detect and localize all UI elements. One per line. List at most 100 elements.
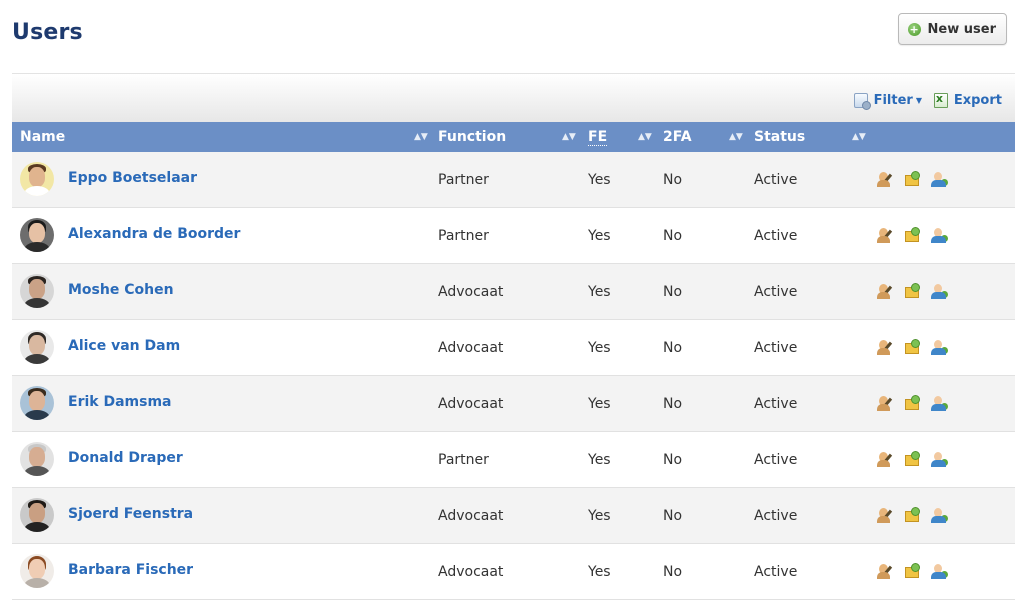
status-cell: Active [754, 564, 798, 580]
avatar [20, 330, 54, 364]
edit-user-icon[interactable] [876, 450, 894, 468]
sort-arrows-icon: ▲▼ [852, 132, 866, 142]
2fa-cell: No [663, 340, 683, 356]
new-user-label: New user [927, 21, 996, 37]
column-header-2fa[interactable]: 2FA ▲▼ [663, 122, 743, 152]
package-icon[interactable] [903, 450, 921, 468]
sort-arrows-icon: ▲▼ [414, 132, 428, 142]
package-icon[interactable] [903, 506, 921, 524]
caret-down-icon: ▼ [915, 96, 922, 105]
row-actions [876, 226, 948, 244]
new-user-button[interactable]: + New user [897, 13, 1007, 45]
table-header: Name ▲▼ Function ▲▼ FE ▲▼ 2FA ▲▼ Status … [12, 122, 1015, 152]
user-switch-icon[interactable] [930, 282, 948, 300]
user-name-link[interactable]: Barbara Fischer [68, 562, 193, 578]
column-fe-label: FE [588, 129, 608, 146]
package-icon[interactable] [903, 394, 921, 412]
function-cell: Advocaat [438, 396, 504, 412]
avatar [20, 274, 54, 308]
avatar [20, 162, 54, 196]
avatar [20, 218, 54, 252]
package-icon[interactable] [903, 170, 921, 188]
edit-user-icon[interactable] [876, 338, 894, 356]
row-actions [876, 450, 948, 468]
users-table-body: Eppo Boetselaar Partner Yes No Active Al… [12, 152, 1015, 600]
column-header-fe[interactable]: FE ▲▼ [588, 122, 652, 152]
user-name-link[interactable]: Alexandra de Boorder [68, 226, 240, 242]
package-icon[interactable] [903, 562, 921, 580]
2fa-cell: No [663, 564, 683, 580]
edit-user-icon[interactable] [876, 170, 894, 188]
table-row: Alice van Dam Advocaat Yes No Active [12, 320, 1015, 376]
column-function-label: Function [438, 129, 507, 145]
export-label: Export [953, 93, 1002, 108]
excel-icon [933, 92, 948, 108]
table-toolbar: Filter ▼ Export [12, 73, 1015, 122]
2fa-cell: No [663, 284, 683, 300]
package-icon[interactable] [903, 338, 921, 356]
2fa-cell: No [663, 228, 683, 244]
status-cell: Active [754, 452, 798, 468]
2fa-cell: No [663, 508, 683, 524]
column-2fa-label: 2FA [663, 129, 692, 145]
export-button[interactable]: Export [933, 92, 1002, 108]
function-cell: Advocaat [438, 564, 504, 580]
user-name-link[interactable]: Eppo Boetselaar [68, 170, 197, 186]
status-cell: Active [754, 228, 798, 244]
row-actions [876, 338, 948, 356]
edit-user-icon[interactable] [876, 562, 894, 580]
column-header-function[interactable]: Function ▲▼ [438, 122, 576, 152]
status-cell: Active [754, 508, 798, 524]
sort-arrows-icon: ▲▼ [562, 132, 576, 142]
column-header-name[interactable]: Name ▲▼ [20, 122, 428, 152]
sort-arrows-icon: ▲▼ [638, 132, 652, 142]
status-cell: Active [754, 172, 798, 188]
user-name-link[interactable]: Donald Draper [68, 450, 183, 466]
edit-user-icon[interactable] [876, 506, 894, 524]
function-cell: Advocaat [438, 508, 504, 524]
function-cell: Advocaat [438, 340, 504, 356]
user-switch-icon[interactable] [930, 338, 948, 356]
row-actions [876, 506, 948, 524]
fe-cell: Yes [588, 172, 611, 188]
fe-cell: Yes [588, 228, 611, 244]
fe-cell: Yes [588, 284, 611, 300]
user-name-link[interactable]: Erik Damsma [68, 394, 171, 410]
edit-user-icon[interactable] [876, 282, 894, 300]
user-name-link[interactable]: Sjoerd Feenstra [68, 506, 193, 522]
row-actions [876, 562, 948, 580]
column-header-status[interactable]: Status ▲▼ [754, 122, 866, 152]
row-actions [876, 282, 948, 300]
user-switch-icon[interactable] [930, 506, 948, 524]
plus-circle-icon: + [907, 22, 921, 36]
fe-cell: Yes [588, 452, 611, 468]
table-row: Moshe Cohen Advocaat Yes No Active [12, 264, 1015, 320]
page-title: Users [12, 20, 83, 45]
column-name-label: Name [20, 129, 66, 145]
status-cell: Active [754, 396, 798, 412]
user-switch-icon[interactable] [930, 226, 948, 244]
edit-user-icon[interactable] [876, 394, 894, 412]
edit-user-icon[interactable] [876, 226, 894, 244]
avatar [20, 386, 54, 420]
filter-dropdown[interactable]: Filter ▼ [853, 93, 922, 110]
package-icon[interactable] [903, 226, 921, 244]
user-switch-icon[interactable] [930, 562, 948, 580]
sort-arrows-icon: ▲▼ [729, 132, 743, 142]
user-switch-icon[interactable] [930, 450, 948, 468]
avatar [20, 442, 54, 476]
package-icon[interactable] [903, 282, 921, 300]
fe-cell: Yes [588, 396, 611, 412]
table-row: Barbara Fischer Advocaat Yes No Active [12, 544, 1015, 600]
user-name-link[interactable]: Alice van Dam [68, 338, 180, 354]
status-cell: Active [754, 340, 798, 356]
user-name-link[interactable]: Moshe Cohen [68, 282, 174, 298]
filter-label: Filter [873, 93, 913, 108]
user-switch-icon[interactable] [930, 394, 948, 412]
row-actions [876, 394, 948, 412]
fe-cell: Yes [588, 508, 611, 524]
user-switch-icon[interactable] [930, 170, 948, 188]
column-status-label: Status [754, 129, 806, 145]
table-row: Donald Draper Partner Yes No Active [12, 432, 1015, 488]
2fa-cell: No [663, 452, 683, 468]
